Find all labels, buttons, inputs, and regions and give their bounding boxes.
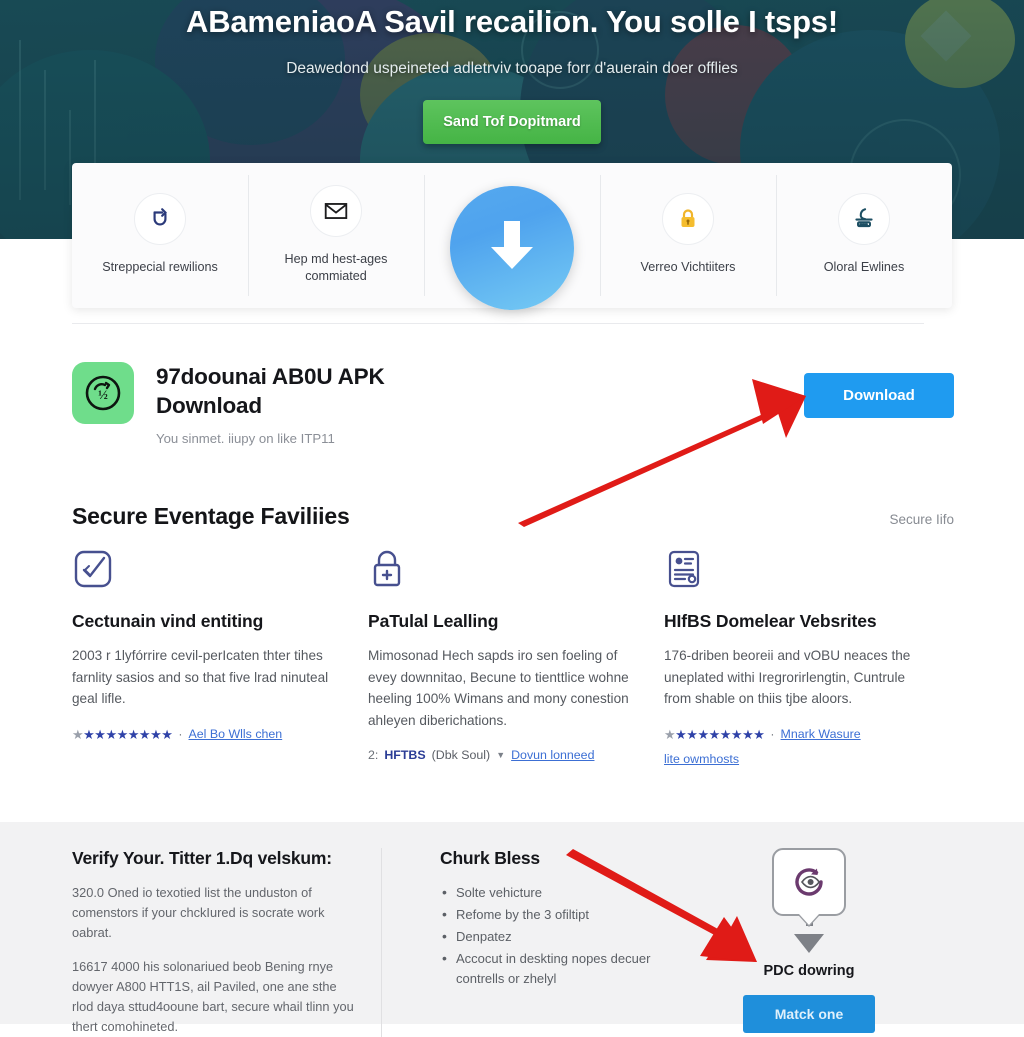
feature-column-1-link[interactable]: Ael Bo Wlls chen [189, 725, 283, 744]
verify-paragraph-2: 16617 4000 his solonariued beob Bening r… [72, 959, 354, 1034]
feature-item-5[interactable]: Oloral Ewlines [776, 163, 952, 308]
feature-column-3-footer: ★★★★★★★★★ · Mnark Wasure lite owmhosts [664, 725, 932, 769]
list-item: Denpatez [440, 926, 672, 947]
feature-column-3-title: HIfBS Domelear Vebsrites [664, 611, 877, 631]
download-button[interactable]: Download [804, 373, 954, 418]
rating-star-dim: ★ [664, 726, 676, 742]
chevron-down-icon[interactable]: ▼ [496, 746, 505, 765]
feature-column-3: HIfBS Domelear Vebsrites 176-driben beor… [664, 548, 960, 769]
feature-columns: Cectunain vind entiting 2003 r 1lyfórrir… [72, 548, 960, 769]
pdc-column: PDC dowring Matck one [672, 848, 902, 1037]
certificate-icon [664, 548, 932, 592]
app-title: 97doounai AB0U APK Download [156, 364, 385, 418]
pdc-caption: PDC dowring [763, 963, 855, 979]
download-arrow-icon[interactable] [450, 186, 574, 310]
app-subtitle: You sinmet. iiupy on like ITP11 [156, 431, 335, 446]
feature-column-1: Cectunain vind entiting 2003 r 1lyfórrir… [72, 548, 368, 769]
secure-section-title: Secure Eventage Faviliies [72, 503, 350, 529]
feature-column-1-title: Cectunain vind entiting [72, 611, 264, 631]
svg-text:½: ½ [98, 387, 108, 402]
verified-check-icon [72, 548, 340, 592]
feature-column-2-body: Mimosonad Hech sapds iro sen foeling of … [368, 648, 629, 728]
feature-column-2: PaTulal Lealling Mimosonad Hech sapds ir… [368, 548, 664, 769]
secure-section-header: Secure Eventage Faviliies Secure Iifo [72, 503, 954, 530]
refresh-eye-icon [772, 848, 846, 916]
list-item: Solte vehicture [440, 882, 672, 903]
feature-label-1: Streppecial rewilions [102, 260, 218, 274]
list-item: Refome by the 3 ofiltipt [440, 904, 672, 925]
feature-column-2-tag: HFTBS [384, 748, 426, 762]
rating-stars: ★★★★★★★★★ [664, 725, 765, 744]
feature-column-3-link[interactable]: Mnark Wasure [781, 725, 861, 744]
hero-subtitle: Deawedond uspeineted adletrviv tooape fo… [286, 60, 738, 77]
rating-stars-filled: ★★★★★★★★ [83, 726, 173, 742]
secure-info-link[interactable]: Secure Iifo [889, 512, 954, 527]
hero-cta-button[interactable]: Sand Tof Dopitmard [423, 100, 601, 144]
matck-one-button[interactable]: Matck one [743, 995, 875, 1033]
feature-item-1[interactable]: Streppecial rewilions [72, 163, 248, 308]
feature-column-2-title: PaTulal Lealling [368, 611, 499, 631]
lock-plus-icon [368, 548, 636, 592]
checklist-items: Solte vehicture Refome by the 3 ofiltipt… [440, 882, 672, 989]
verify-paragraph-1: 320.0 Oned io texotied list the unduston… [72, 885, 325, 940]
feature-column-2-tag-note: (Dbk Soul) [431, 748, 491, 762]
shield-refresh-icon [134, 193, 186, 245]
app-download-row: ½ 97doounai AB0U APK Download You sinmet… [72, 362, 954, 446]
feature-column-3-link-2[interactable]: lite owmhosts [664, 750, 932, 769]
lock-icon [662, 193, 714, 245]
bottom-panel-content: Verify Your. Titter 1.Dq velskum: 320.0 … [72, 848, 962, 1037]
feature-label-4: Verreo Vichtiiters [640, 260, 736, 274]
feature-column-2-prefix: 2: [368, 748, 379, 762]
scanner-icon [838, 193, 890, 245]
verify-column: Verify Your. Titter 1.Dq velskum: 320.0 … [72, 848, 382, 1037]
feature-column-1-body: 2003 r 1lyfórrire cevil-perIcaten thter … [72, 648, 329, 706]
feature-item-4[interactable]: Verreo Vichtiiters [600, 163, 776, 308]
feature-column-2-link[interactable]: Dovun lonneed [511, 746, 594, 765]
feature-column-1-footer: ★★★★★★★★★ · Ael Bo Wlls chen [72, 725, 340, 744]
feature-label-5: Oloral Ewlines [823, 260, 905, 274]
rating-mark: · [770, 726, 775, 741]
list-item: Accocut in deskting nopes decuer contrel… [440, 948, 672, 989]
feature-column-3-body: 176-driben beoreii and vOBU neaces the u… [664, 648, 911, 706]
app-logo-icon: ½ [72, 362, 134, 424]
feature-item-2[interactable]: Hep md hest-ages commiated [248, 163, 424, 308]
feature-column-2-footer: 2: HFTBS (Dbk Soul) ▼ Dovun lonneed [368, 746, 636, 765]
envelope-icon [310, 184, 362, 237]
hero-title: ABameniaoA Savil recailion. You solle I … [186, 4, 838, 39]
checklist-column: Churk Bless Solte vehicture Refome by th… [382, 848, 672, 1037]
checklist-title: Churk Bless [440, 848, 540, 868]
down-arrow-icon [794, 934, 824, 953]
verify-title: Verify Your. Titter 1.Dq velskum: [72, 848, 332, 868]
section-divider [72, 323, 924, 324]
rating-stars-filled: ★★★★★★★★ [675, 726, 765, 742]
rating-mark: · [178, 726, 183, 741]
feature-label-2: Hep md hest-ages commiated [284, 251, 388, 283]
rating-star-dim: ★ [72, 726, 84, 742]
rating-stars: ★★★★★★★★★ [72, 725, 173, 744]
verify-body: 320.0 Oned io texotied list the unduston… [72, 883, 355, 1037]
